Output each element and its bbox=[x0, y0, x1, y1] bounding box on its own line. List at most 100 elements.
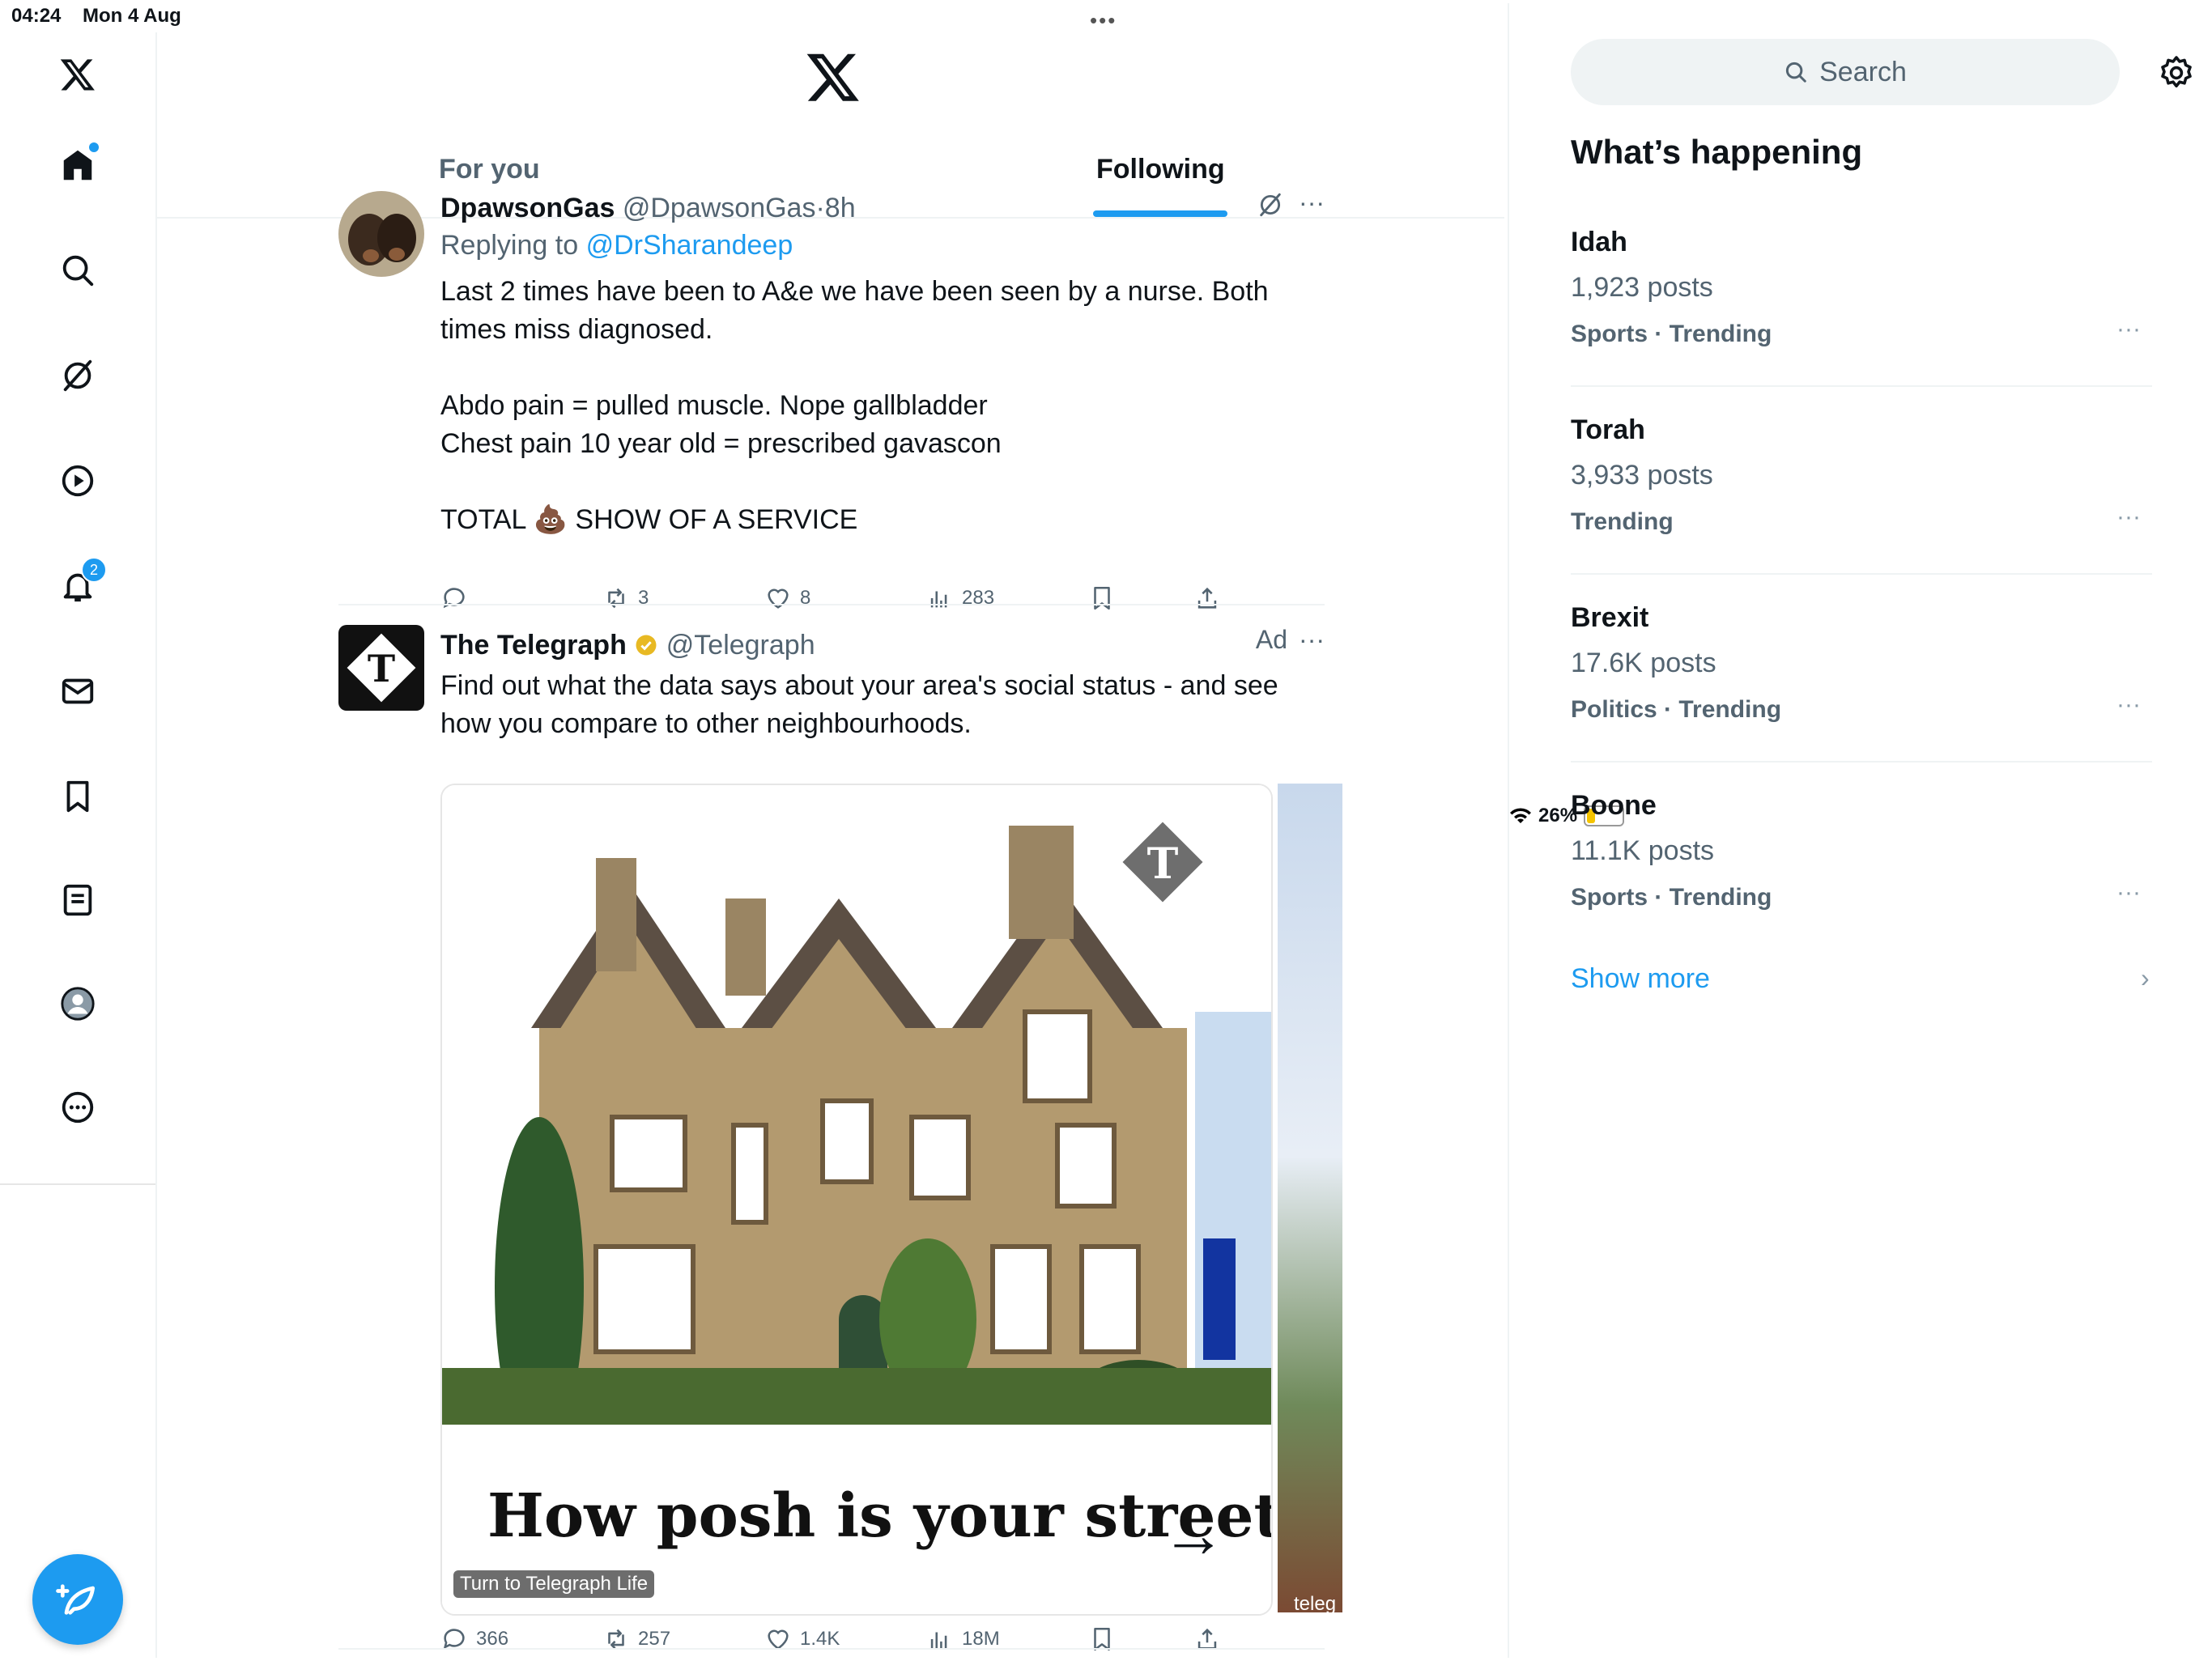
separator-dot: · bbox=[815, 193, 825, 223]
tweet-text: Find out what the data says about your a… bbox=[440, 670, 1278, 739]
trend-item[interactable]: Torah 3,933 posts Trending ··· bbox=[1571, 414, 2152, 602]
trend-topic: Idah bbox=[1571, 227, 1627, 257]
timeline: For you Following DpawsonGas @DpawsonGas… bbox=[157, 32, 1504, 1658]
retweet-count: 257 bbox=[638, 1628, 671, 1650]
telegraph-avatar[interactable]: T bbox=[338, 625, 424, 711]
status-time: 04:24 bbox=[11, 5, 62, 27]
ad-label: Ad bbox=[1255, 625, 1288, 654]
trend-item[interactable]: Brexit 17.6K posts Politics · Trending ·… bbox=[1571, 602, 2152, 790]
avatar[interactable] bbox=[338, 191, 424, 277]
tweet-actions: 3 8 283 bbox=[440, 584, 1250, 620]
right-sidebar: Search What’s happening Idah 1,923 posts… bbox=[1508, 32, 2212, 1658]
status-date: Mon 4 Aug bbox=[83, 5, 181, 27]
compose-post-button[interactable] bbox=[32, 1554, 123, 1645]
tweet-dpawsongas[interactable]: DpawsonGas @DpawsonGas·8h ··· Replying t… bbox=[338, 188, 1325, 610]
ad-card-image[interactable]: T How posh is your street? → Turn to Tel… bbox=[440, 784, 1273, 1616]
trend-meta: Politics · Trending bbox=[1571, 696, 1782, 723]
reply-icon bbox=[443, 588, 465, 609]
trend-meta: Sports · Trending bbox=[1571, 321, 1772, 347]
views-count: 18M bbox=[962, 1628, 1000, 1650]
search-input[interactable]: Search bbox=[1571, 39, 2120, 105]
bookmarks-icon[interactable] bbox=[53, 772, 102, 821]
tweet-telegraph-ad[interactable]: T The Telegraph @Telegraph Ad ··· Find ou… bbox=[338, 625, 1342, 1661]
trend-meta: Trending bbox=[1571, 508, 1674, 535]
replying-to-link[interactable]: @DrSharandeep bbox=[586, 230, 793, 261]
retweet-icon bbox=[608, 588, 624, 609]
reply-button[interactable] bbox=[440, 584, 468, 612]
x-logo-icon[interactable] bbox=[53, 50, 102, 99]
status-bar: 04:24 Mon 4 Aug ••• 26% bbox=[0, 0, 2212, 1629]
heart-icon bbox=[768, 588, 789, 609]
author-handle[interactable]: @DpawsonGas bbox=[623, 193, 816, 223]
search-icon[interactable] bbox=[53, 246, 102, 295]
trend-more-icon[interactable]: ··· bbox=[2116, 879, 2141, 907]
ad-card-next-image[interactable]: teleg bbox=[1278, 784, 1342, 1612]
tweet-more-icon[interactable]: ··· bbox=[1299, 625, 1325, 654]
retweet-button[interactable]: 3 bbox=[602, 584, 649, 612]
notifications-badge: 2 bbox=[81, 557, 107, 583]
profile-avatar-icon[interactable] bbox=[53, 979, 102, 1028]
tweet-divider bbox=[338, 1648, 1325, 1650]
replying-prefix: Replying to bbox=[440, 230, 579, 261]
author-name[interactable]: The Telegraph bbox=[440, 630, 627, 661]
lists-icon[interactable] bbox=[53, 876, 102, 924]
home-icon[interactable] bbox=[53, 141, 102, 189]
tweet-header: The Telegraph @Telegraph bbox=[440, 625, 1325, 665]
tweet-more-icon[interactable]: ··· bbox=[1299, 188, 1325, 217]
trend-posts: 11.1K posts bbox=[1571, 835, 1715, 866]
notifications-bell-icon[interactable]: 2 bbox=[53, 557, 107, 610]
chevron-right-icon[interactable]: › bbox=[2141, 963, 2150, 993]
left-nav-rail: 2 bbox=[0, 32, 157, 1658]
trend-posts: 17.6K posts bbox=[1571, 648, 1716, 678]
arrow-right-icon: → bbox=[1161, 1498, 1226, 1570]
show-more-link[interactable]: Show more bbox=[1571, 963, 1710, 995]
trend-more-icon[interactable]: ··· bbox=[2116, 316, 2141, 343]
ad-card-cta[interactable]: Turn to Telegraph Life bbox=[453, 1570, 655, 1598]
share-icon bbox=[1197, 587, 1217, 609]
tweet-actions: 366 257 1.4K 18M bbox=[440, 1625, 1250, 1661]
bookmark-button[interactable] bbox=[1088, 584, 1116, 612]
views-button[interactable]: 283 bbox=[926, 584, 994, 612]
home-new-dot bbox=[89, 142, 99, 152]
ad-card-next-label: teleg bbox=[1294, 1593, 1337, 1612]
ad-card-title: How posh is your street? bbox=[487, 1481, 1273, 1551]
tweet-header-actions: ··· bbox=[1257, 188, 1325, 219]
rail-divider bbox=[0, 1183, 155, 1185]
grok-icon[interactable] bbox=[53, 351, 102, 400]
views-count: 283 bbox=[962, 587, 995, 609]
trend-divider bbox=[1571, 385, 2152, 387]
settings-gear-icon[interactable] bbox=[2157, 53, 2196, 92]
video-play-icon[interactable] bbox=[53, 457, 102, 505]
tweet-header-actions: Ad ··· bbox=[1256, 625, 1325, 655]
more-options-icon[interactable] bbox=[53, 1083, 102, 1132]
trend-topic: Brexit bbox=[1571, 602, 1649, 633]
trend-posts: 3,933 posts bbox=[1571, 460, 1713, 491]
trend-more-icon[interactable]: ··· bbox=[2116, 503, 2141, 531]
trend-item[interactable]: Idah 1,923 posts Sports · Trending ··· bbox=[1571, 227, 2152, 414]
verified-gold-badge-icon bbox=[636, 635, 657, 656]
messages-envelope-icon[interactable] bbox=[53, 667, 102, 716]
x-header-logo-icon[interactable] bbox=[805, 49, 861, 105]
share-button[interactable] bbox=[1193, 584, 1221, 612]
tweet-text: Last 2 times have been to A&e we have be… bbox=[440, 276, 1269, 535]
like-count: 8 bbox=[800, 587, 811, 609]
like-button[interactable]: 8 bbox=[764, 584, 810, 612]
grok-icon[interactable] bbox=[1257, 191, 1284, 219]
tweet-header: DpawsonGas @DpawsonGas·8h bbox=[440, 188, 1325, 228]
trend-divider bbox=[1571, 573, 2152, 575]
trend-posts: 1,923 posts bbox=[1571, 272, 1713, 303]
tweet-body: The Telegraph @Telegraph Ad ··· Find out … bbox=[440, 625, 1325, 743]
search-placeholder: Search bbox=[1819, 56, 1907, 87]
trend-more-icon[interactable]: ··· bbox=[2116, 691, 2141, 719]
bookmark-icon bbox=[1094, 586, 1110, 610]
author-handle[interactable]: @Telegraph bbox=[666, 630, 815, 661]
svg-text:T: T bbox=[368, 647, 395, 690]
author-name[interactable]: DpawsonGas bbox=[440, 193, 615, 223]
whats-happening-heading: What’s happening bbox=[1571, 133, 1863, 171]
tweet-divider bbox=[338, 604, 1325, 605]
tweet-time[interactable]: 8h bbox=[825, 193, 856, 223]
multitasking-dots-icon[interactable]: ••• bbox=[1090, 8, 1117, 33]
retweet-count: 3 bbox=[638, 587, 649, 609]
trend-divider bbox=[1571, 761, 2152, 763]
trend-item[interactable]: Boone 11.1K posts Sports · Trending ··· bbox=[1571, 790, 2152, 978]
